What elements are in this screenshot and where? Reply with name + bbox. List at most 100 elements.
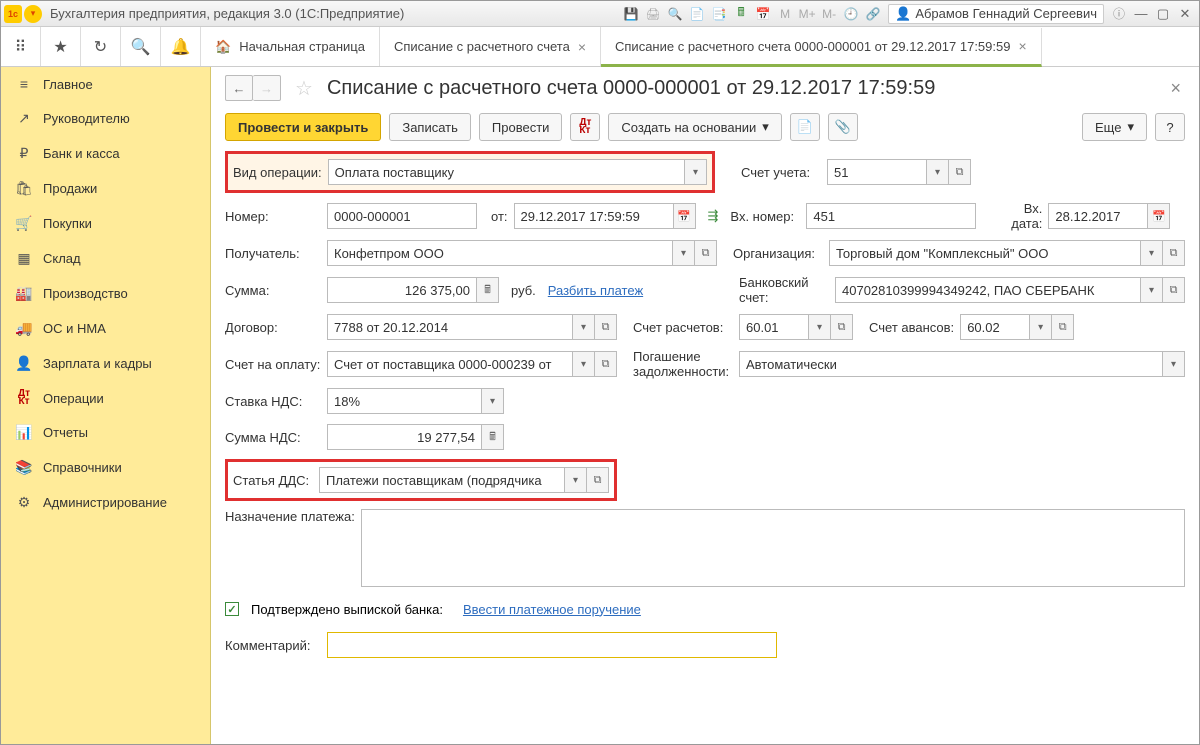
op-kind-input[interactable]: Оплата поставщику (328, 159, 685, 185)
in-number-input[interactable]: 451 (806, 203, 976, 229)
tab-withdrawal-doc[interactable]: Списание с расчетного счета 0000-000001 … (601, 28, 1042, 67)
dropdown-button[interactable] (673, 240, 695, 266)
favorites-icon[interactable]: ★ (41, 27, 81, 66)
confirmed-checkbox[interactable]: ✓ (225, 602, 239, 616)
open-button[interactable] (1163, 277, 1185, 303)
organization-input[interactable]: Торговый дом "Комплексный" ООО (829, 240, 1141, 266)
sidebar-item-bank[interactable]: ₽Банк и касса (1, 136, 210, 171)
dropdown-button[interactable] (685, 159, 707, 185)
sidebar-item-operations[interactable]: ДтКтОперации (1, 381, 210, 415)
open-button[interactable] (949, 159, 971, 185)
nav-forward-button[interactable]: → (253, 75, 281, 101)
create-based-button[interactable]: Создать на основании▾ (608, 113, 781, 141)
doc-icon[interactable]: 📄 (686, 4, 708, 24)
open-button[interactable] (831, 314, 853, 340)
contract-input[interactable]: 7788 от 20.12.2014 (327, 314, 573, 340)
attach-button[interactable]: 📎 (828, 113, 858, 141)
vat-sum-input[interactable]: 19 277,54 (327, 424, 482, 450)
sidebar-item-main[interactable]: ≡Главное (1, 67, 210, 101)
window-close[interactable]: ✕ (1174, 6, 1196, 22)
open-button[interactable] (587, 467, 609, 493)
post-and-close-button[interactable]: Провести и закрыть (225, 113, 381, 141)
dropdown-button[interactable] (1163, 351, 1185, 377)
favorite-star-icon[interactable]: ☆ (295, 76, 313, 101)
dropdown-button[interactable] (1141, 240, 1163, 266)
date-input[interactable]: 29.12.2017 17:59:59 (514, 203, 674, 229)
debt-repayment-input[interactable]: Автоматически (739, 351, 1163, 377)
settlement-account-input[interactable]: 60.01 (739, 314, 809, 340)
enter-payment-order-link[interactable]: Ввести платежное поручение (463, 602, 641, 617)
sidebar-item-purchases[interactable]: 🛒Покупки (1, 206, 210, 241)
user-badge[interactable]: 👤 Абрамов Геннадий Сергеевич (888, 4, 1104, 24)
more-button[interactable]: Еще▾ (1082, 113, 1147, 141)
calculator-button[interactable] (477, 277, 499, 303)
sidebar-item-stock[interactable]: ▦Склад (1, 241, 210, 276)
split-payment-link[interactable]: Разбить платеж (548, 283, 643, 298)
print-form-button[interactable]: 📄 (790, 113, 820, 141)
sidebar-item-manufacturing[interactable]: 🏭Производство (1, 276, 210, 311)
memory-mminus[interactable]: M- (818, 4, 840, 24)
close-icon[interactable]: × (1018, 38, 1026, 54)
save-icon[interactable]: 💾 (620, 4, 642, 24)
calc-icon[interactable]: 🖩 (730, 4, 752, 24)
vat-rate-input[interactable]: 18% (327, 388, 482, 414)
account-input[interactable]: 51 (827, 159, 927, 185)
dropdown-button[interactable] (565, 467, 587, 493)
info-icon[interactable]: ⓘ (1108, 4, 1130, 24)
window-maximize[interactable]: ▢ (1152, 6, 1174, 22)
help-button[interactable]: ? (1155, 113, 1185, 141)
bank-account-input[interactable]: 40702810399994349242, ПАО СБЕРБАНК (835, 277, 1141, 303)
copy-icon[interactable]: 📑 (708, 4, 730, 24)
nav-back-button[interactable]: ← (225, 75, 253, 101)
dropdown-button[interactable] (1141, 277, 1163, 303)
open-button[interactable] (1052, 314, 1074, 340)
dropdown-button[interactable] (927, 159, 949, 185)
close-icon[interactable]: × (578, 39, 586, 55)
preview-icon[interactable]: 🔍 (664, 4, 686, 24)
sidebar-item-salary[interactable]: 👤Зарплата и кадры (1, 346, 210, 381)
purpose-textarea[interactable] (361, 509, 1185, 587)
calendar-button[interactable] (674, 203, 696, 229)
clock-icon[interactable]: 🕘 (840, 4, 862, 24)
search-icon[interactable]: 🔍 (121, 27, 161, 66)
open-button[interactable] (595, 314, 617, 340)
dropdown-button[interactable] (809, 314, 831, 340)
dropdown-button[interactable] (573, 314, 595, 340)
sidebar-item-assets[interactable]: 🚚ОС и НМА (1, 311, 210, 346)
tab-withdrawal-list[interactable]: Списание с расчетного счета × (380, 27, 601, 66)
number-input[interactable]: 0000-000001 (327, 203, 477, 229)
advance-account-input[interactable]: 60.02 (960, 314, 1030, 340)
open-button[interactable] (595, 351, 617, 377)
calculator-button[interactable] (482, 424, 504, 450)
dropdown-button[interactable] (573, 351, 595, 377)
payee-input[interactable]: Конфетпром ООО (327, 240, 673, 266)
dds-input[interactable]: Платежи поставщикам (подрядчика (319, 467, 565, 493)
open-button[interactable] (1163, 240, 1185, 266)
dtkt-button[interactable]: ДтКт (570, 113, 600, 141)
notifications-icon[interactable]: 🔔 (161, 27, 201, 66)
comment-input[interactable] (327, 632, 777, 658)
open-button[interactable] (695, 240, 717, 266)
dropdown-button[interactable] (482, 388, 504, 414)
sidebar-item-catalogs[interactable]: 📚Справочники (1, 450, 210, 485)
window-minimize[interactable]: — (1130, 6, 1152, 21)
memory-m[interactable]: M (774, 4, 796, 24)
post-button[interactable]: Провести (479, 113, 563, 141)
document-close-button[interactable]: × (1166, 78, 1185, 99)
history-icon[interactable]: ↻ (81, 27, 121, 66)
calendar-button[interactable] (1148, 203, 1170, 229)
print-icon[interactable]: 🖨 (642, 4, 664, 24)
sum-input[interactable]: 126 375,00 (327, 277, 477, 303)
sidebar-item-admin[interactable]: ⚙Администрирование (1, 485, 210, 520)
sidebar-item-sales[interactable]: 🛍Продажи (1, 171, 210, 206)
write-button[interactable]: Записать (389, 113, 471, 141)
payment-bill-input[interactable]: Счет от поставщика 0000-000239 от (327, 351, 573, 377)
dropdown-button[interactable] (1030, 314, 1052, 340)
memory-mplus[interactable]: M+ (796, 4, 818, 24)
sidebar-item-manager[interactable]: ↗Руководителю (1, 101, 210, 136)
apps-grid-icon[interactable]: ⠿ (1, 27, 41, 66)
in-date-input[interactable]: 28.12.2017 (1048, 203, 1148, 229)
tab-home[interactable]: 🏠 Начальная страница (201, 27, 380, 66)
sidebar-item-reports[interactable]: 📊Отчеты (1, 415, 210, 450)
calendar-icon[interactable]: 📅 (752, 4, 774, 24)
